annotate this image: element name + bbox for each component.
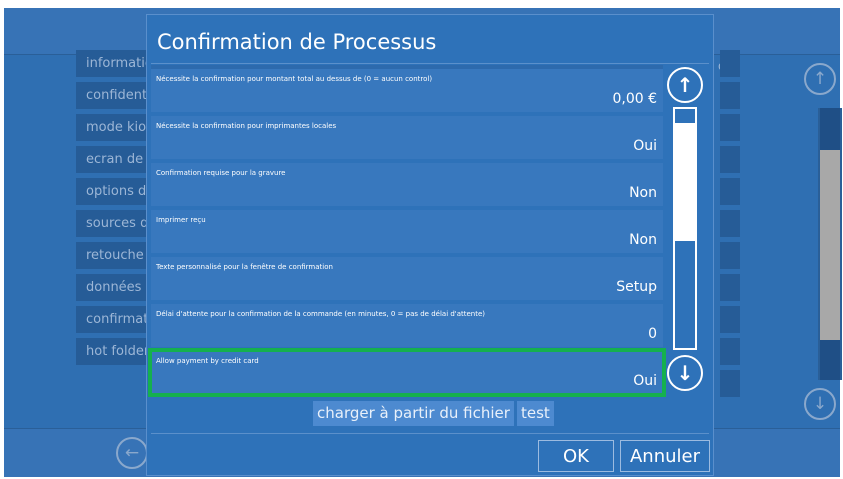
title-divider: [151, 63, 709, 64]
setting-row-total-amount[interactable]: Nécessite la confirmation pour montant t…: [151, 69, 663, 112]
background-segment: [720, 178, 740, 205]
setting-label: Imprimer reçu: [156, 216, 206, 224]
dialog-scrollbar[interactable]: [673, 107, 697, 350]
cancel-button[interactable]: Annuler: [620, 440, 710, 472]
arrow-up-circle-icon[interactable]: ↑: [804, 63, 836, 95]
setting-value[interactable]: 0,00 €: [612, 91, 657, 107]
setting-row-custom-text[interactable]: Texte personnalisé pour la fenêtre de co…: [151, 257, 663, 300]
background-segment: [720, 242, 740, 269]
setting-label: Texte personnalisé pour la fenêtre de co…: [156, 263, 333, 271]
background-segment: [720, 370, 740, 397]
confirmation-dialog: Confirmation de Processus Nécessite la c…: [146, 14, 714, 476]
background-segment: [720, 274, 740, 301]
dialog-title: Confirmation de Processus: [157, 30, 437, 54]
setting-row-timeout[interactable]: Délai d'attente pour la confirmation de …: [151, 304, 663, 347]
background-segment: [720, 50, 740, 77]
setting-label: Délai d'attente pour la confirmation de …: [156, 310, 486, 318]
background-scrollbar[interactable]: [818, 108, 842, 380]
setting-row-print-receipt[interactable]: Imprimer reçu Non: [151, 210, 663, 253]
setting-value[interactable]: Oui: [633, 138, 657, 154]
background-segment: [720, 146, 740, 173]
scroll-up-icon[interactable]: ↑: [667, 67, 703, 103]
setting-value[interactable]: 0: [648, 326, 657, 342]
background-segment: [720, 82, 740, 109]
settings-list: Nécessite la confirmation pour montant t…: [148, 69, 666, 398]
setting-row-local-printers[interactable]: Nécessite la confirmation pour imprimant…: [151, 116, 663, 159]
background-segment: [720, 210, 740, 237]
setting-label: Nécessite la confirmation pour montant t…: [156, 75, 433, 83]
scroll-down-icon[interactable]: ↓: [667, 355, 703, 391]
test-button[interactable]: test: [517, 401, 554, 426]
setting-row-burning[interactable]: Confirmation requise pour la gravure Non: [151, 163, 663, 206]
background-scroll-thumb[interactable]: [820, 150, 840, 340]
ok-button[interactable]: OK: [538, 440, 614, 472]
setting-row-credit-card[interactable]: Allow payment by credit card Oui: [148, 348, 666, 397]
setting-value[interactable]: Non: [629, 185, 657, 201]
background-segment: [720, 338, 740, 365]
background-segment: [720, 306, 740, 333]
load-from-file-button[interactable]: charger à partir du fichier: [313, 401, 514, 426]
setting-label: Allow payment by credit card: [156, 357, 259, 365]
dialog-scroll-thumb[interactable]: [675, 123, 695, 241]
background-right-column: [720, 50, 740, 402]
setting-value[interactable]: Oui: [633, 373, 657, 389]
background-segment: [720, 114, 740, 141]
setting-label: Nécessite la confirmation pour imprimant…: [156, 122, 337, 130]
arrow-down-circle-icon[interactable]: ↓: [804, 388, 836, 420]
setting-value[interactable]: Non: [629, 232, 657, 248]
setting-label: Confirmation requise pour la gravure: [156, 169, 286, 177]
arrow-left-circle-icon[interactable]: ←: [116, 437, 148, 469]
setting-value[interactable]: Setup: [616, 279, 657, 295]
footer-divider: [151, 433, 709, 434]
